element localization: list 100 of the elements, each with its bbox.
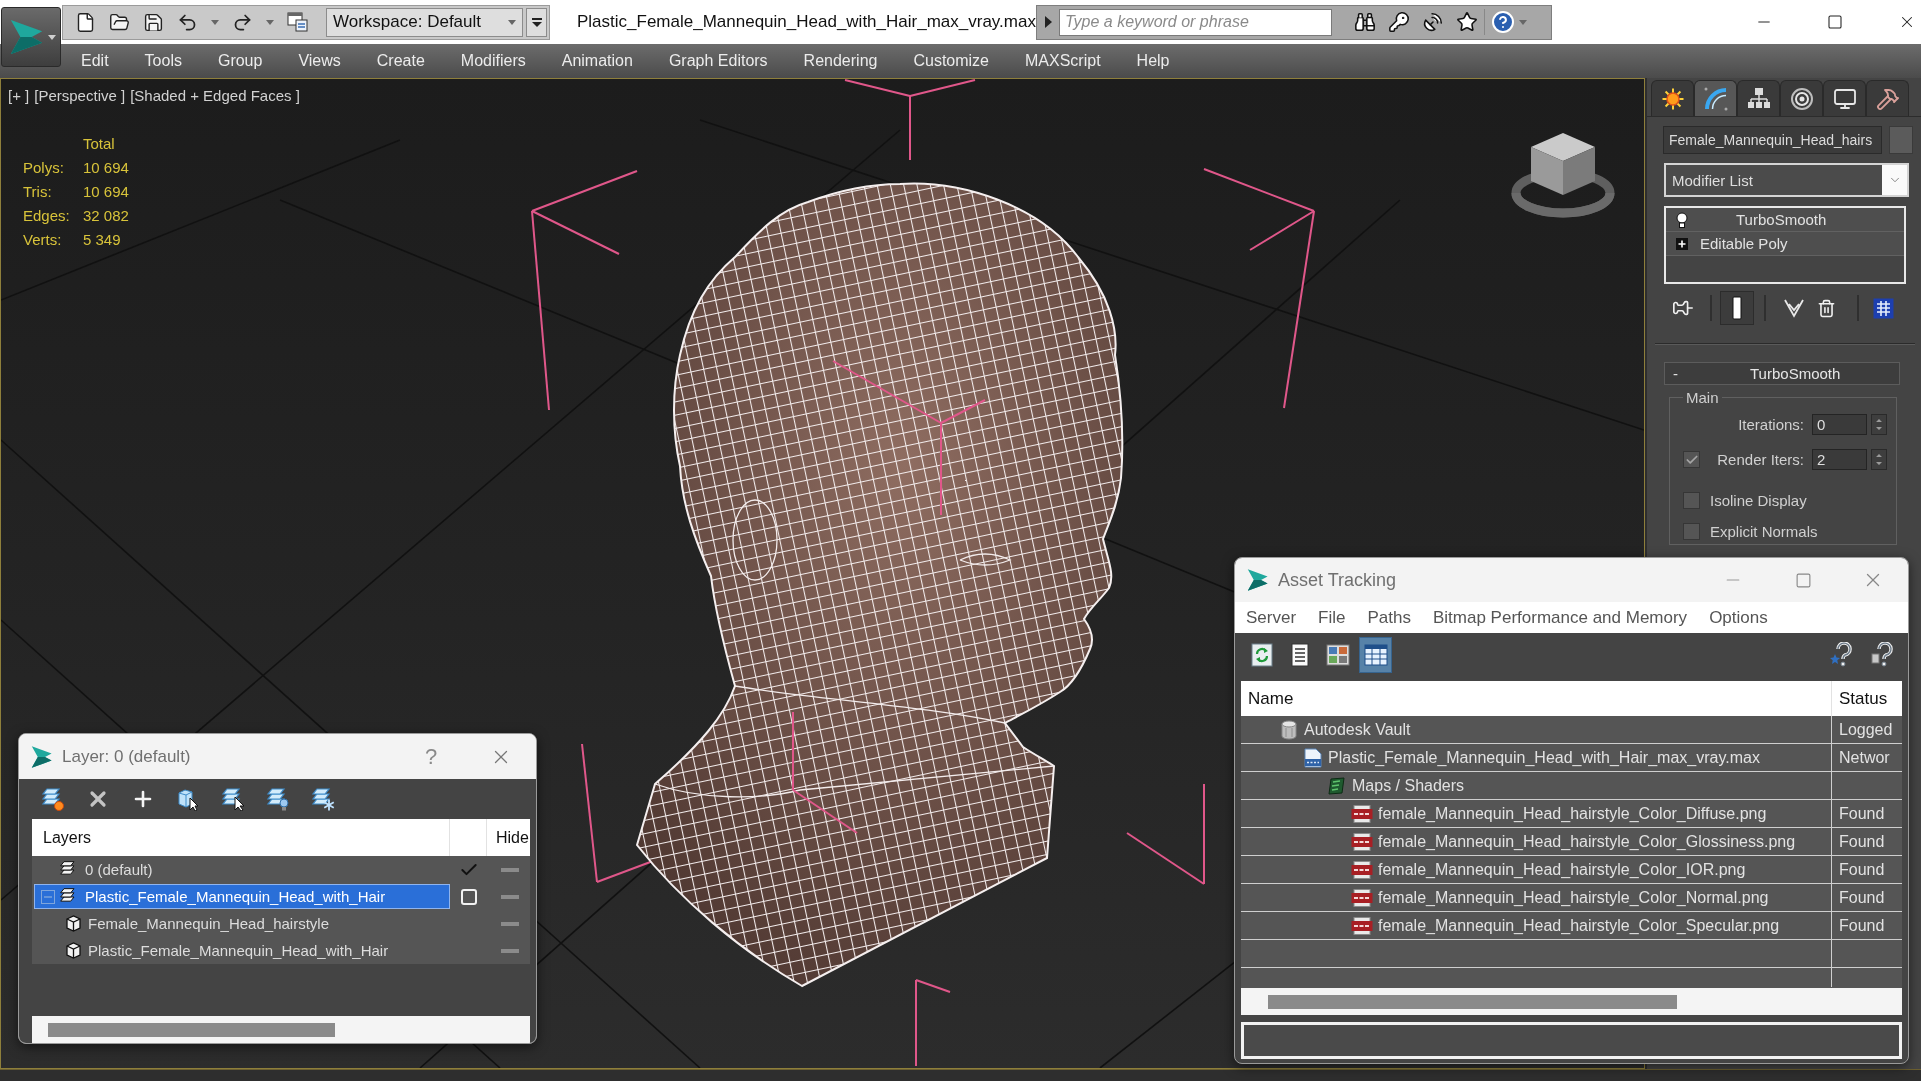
group-label: Main bbox=[1685, 389, 1720, 406]
layer-row[interactable]: 0 (default) bbox=[32, 856, 530, 883]
horizontal-scrollbar[interactable] bbox=[32, 1016, 530, 1043]
help-star-icon[interactable] bbox=[1829, 642, 1855, 668]
menu-item[interactable]: File bbox=[1318, 607, 1346, 628]
toggle-button[interactable] bbox=[1720, 291, 1754, 325]
menu-item[interactable]: Tools bbox=[144, 52, 182, 70]
help-icon[interactable] bbox=[1870, 642, 1896, 668]
new-file-icon[interactable] bbox=[75, 11, 96, 33]
spinner-field[interactable]: 2 bbox=[1812, 449, 1867, 470]
application-menu-button[interactable] bbox=[1, 7, 61, 67]
menu-item[interactable]: Create bbox=[376, 52, 425, 70]
toolbar-button[interactable] bbox=[1359, 637, 1392, 673]
asset-status: Found bbox=[1839, 832, 1885, 851]
layer-stack-dot-icon[interactable] bbox=[41, 787, 65, 811]
menu-item[interactable]: Server bbox=[1246, 607, 1297, 628]
layer-row[interactable]: Plastic_Female_Mannequin_Head_with_Hair bbox=[32, 937, 530, 964]
command-panel-tab[interactable] bbox=[1694, 80, 1737, 116]
grid-icon[interactable] bbox=[1873, 297, 1894, 319]
help-button[interactable]: ? bbox=[424, 743, 438, 770]
object-color-swatch[interactable] bbox=[1889, 126, 1913, 154]
menu-item[interactable]: Edit bbox=[81, 52, 109, 70]
object-name-field[interactable]: Female_Mannequin_Head_hairs bbox=[1663, 126, 1882, 154]
scrollbar-thumb[interactable] bbox=[48, 1023, 335, 1037]
asset-row[interactable]: Plastic_Female_Mannequin_Head_with_Hair_max_vray.max Networ bbox=[1241, 744, 1902, 772]
layer-row[interactable]: Female_Mannequin_Head_hairstyle bbox=[32, 910, 530, 937]
vault-cylinder-icon bbox=[1279, 719, 1299, 740]
caret-icon bbox=[48, 34, 56, 40]
column-header: Name bbox=[1248, 688, 1294, 709]
command-panel-tab[interactable] bbox=[1866, 80, 1909, 116]
asset-row[interactable]: Maps / Shaders bbox=[1241, 772, 1902, 800]
path-field[interactable] bbox=[1241, 1022, 1902, 1059]
menu-item[interactable]: Options bbox=[1709, 607, 1768, 628]
viewport-label[interactable]: [+ ] bbox=[8, 87, 30, 104]
checkbox[interactable] bbox=[1683, 492, 1700, 509]
layer-stack-cursor-icon[interactable] bbox=[221, 787, 245, 811]
spinner-field[interactable]: 0 bbox=[1812, 414, 1867, 435]
layer-stack-bulb-icon[interactable] bbox=[266, 787, 290, 811]
asset-row[interactable]: female_Mannequin_Head_hairstyle_Color_Specular.png Found bbox=[1241, 912, 1902, 940]
toolbar-options-button[interactable] bbox=[526, 7, 547, 37]
star-icon[interactable] bbox=[1456, 11, 1478, 33]
menu-item[interactable]: Modifiers bbox=[460, 52, 526, 70]
command-panel-tab[interactable] bbox=[1823, 80, 1866, 116]
maximize-icon[interactable] bbox=[1826, 14, 1843, 30]
v-shape-icon[interactable] bbox=[1783, 298, 1805, 318]
expand-plus-icon[interactable] bbox=[1676, 237, 1688, 250]
menu-item[interactable]: Help bbox=[1136, 52, 1170, 70]
caret-icon[interactable] bbox=[211, 19, 219, 25]
menu-item[interactable]: Graph Editors bbox=[668, 52, 768, 70]
cube-icon bbox=[65, 915, 82, 932]
binoculars-icon[interactable] bbox=[1354, 11, 1376, 33]
modifier-stack-item[interactable]: TurboSmooth bbox=[1666, 208, 1904, 232]
help-icon[interactable] bbox=[1491, 10, 1515, 34]
menu-item[interactable]: Rendering bbox=[803, 52, 878, 70]
command-panel-tab[interactable] bbox=[1651, 80, 1694, 116]
collapse-toggle[interactable]: - bbox=[1673, 365, 1678, 382]
expand-arrow-icon[interactable] bbox=[1044, 16, 1052, 28]
asset-row[interactable]: female_Mannequin_Head_hairstyle_Color_IOR.png Found bbox=[1241, 856, 1902, 884]
modifier-list-dropdown[interactable]: Modifier List bbox=[1664, 163, 1909, 197]
layer-stack-snowflake-icon[interactable] bbox=[311, 787, 335, 811]
search-field[interactable]: Type a keyword or phrase bbox=[1059, 8, 1332, 36]
menu-item[interactable]: Customize bbox=[913, 52, 989, 70]
image-file-icon bbox=[1351, 860, 1373, 879]
caret-bar-icon bbox=[531, 17, 542, 27]
menu-item[interactable]: Views bbox=[298, 52, 341, 70]
modifier-stack-item[interactable]: Editable Poly bbox=[1666, 232, 1904, 256]
cube-cursor-icon[interactable] bbox=[176, 787, 200, 811]
workspace-dropdown[interactable]: Workspace: Default bbox=[326, 7, 523, 37]
rollout-header[interactable]: - TurboSmooth bbox=[1664, 362, 1900, 385]
asset-row[interactable]: female_Mannequin_Head_hairstyle_Color_Glossiness.png Found bbox=[1241, 828, 1902, 856]
menu-item[interactable]: Group bbox=[217, 52, 263, 70]
key-icon[interactable] bbox=[1388, 11, 1410, 33]
checkbox[interactable] bbox=[1683, 523, 1700, 540]
save-icon[interactable] bbox=[143, 11, 164, 33]
open-folder-icon[interactable] bbox=[109, 11, 130, 33]
command-panel-tab[interactable] bbox=[1737, 80, 1780, 116]
project-window-icon[interactable] bbox=[287, 11, 309, 33]
layer-name: Plastic_Female_Mannequin_Head_with_Hair bbox=[88, 942, 389, 959]
checkbox-label: Explicit Normals bbox=[1710, 523, 1818, 540]
trash-icon[interactable] bbox=[1817, 298, 1836, 318]
command-panel-tab[interactable] bbox=[1780, 80, 1823, 116]
asset-row[interactable]: female_Mannequin_Head_hairstyle_Color_Diffuse.png Found bbox=[1241, 800, 1902, 828]
column-header: Layers bbox=[43, 828, 92, 847]
menu-item[interactable]: Animation bbox=[561, 52, 633, 70]
asset-row[interactable]: female_Mannequin_Head_hairstyle_Color_Normal.png Found bbox=[1241, 884, 1902, 912]
viewport-label[interactable]: [Perspective ] bbox=[34, 87, 126, 104]
image-file-icon bbox=[1351, 832, 1373, 851]
menu-item[interactable]: MAXScript bbox=[1025, 52, 1101, 70]
menu-item[interactable]: Paths bbox=[1367, 607, 1411, 628]
viewport-label[interactable]: [Shaded + Edged Faces ] bbox=[130, 87, 300, 104]
spinner-arrows-icon[interactable] bbox=[1871, 414, 1887, 435]
stat-value: 5 349 bbox=[83, 230, 121, 248]
horizontal-scrollbar[interactable] bbox=[1241, 988, 1902, 1015]
caret-icon[interactable] bbox=[266, 19, 274, 25]
scrollbar-thumb[interactable] bbox=[1268, 994, 1677, 1009]
satellite-dish-icon[interactable] bbox=[1422, 11, 1444, 33]
light-bulb-icon[interactable] bbox=[1676, 211, 1688, 228]
checkbox[interactable] bbox=[1683, 451, 1700, 468]
spinner-arrows-icon[interactable] bbox=[1871, 449, 1887, 470]
asset-row[interactable]: Autodesk Vault Logged bbox=[1241, 716, 1902, 744]
